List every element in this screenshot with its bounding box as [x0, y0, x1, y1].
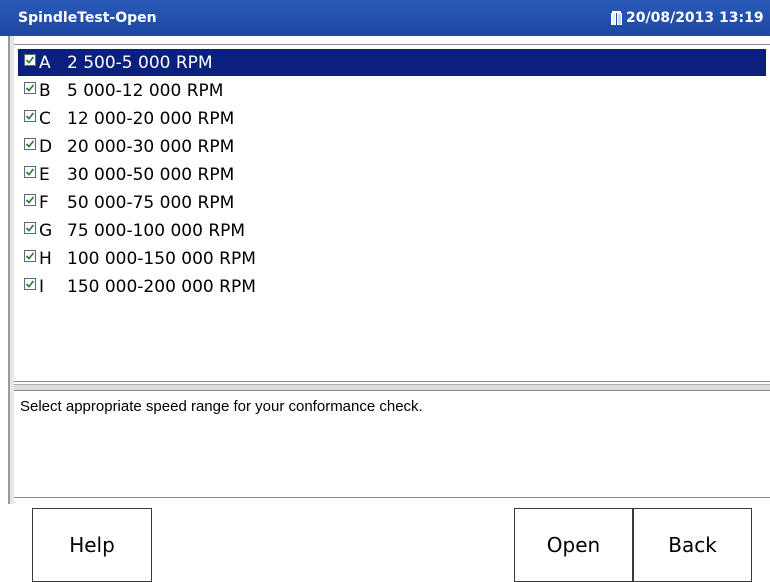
checkbox-icon[interactable]: [24, 109, 36, 122]
checkbox-icon[interactable]: [24, 53, 36, 66]
item-letter: A: [39, 52, 51, 73]
help-message-panel: Select appropriate speed range for your …: [14, 390, 770, 498]
datetime-display: 20/08/2013 13:19: [626, 10, 764, 26]
checkbox-icon[interactable]: [24, 277, 36, 290]
item-range: 20 000-30 000 RPM: [67, 136, 235, 157]
help-button[interactable]: Help: [32, 508, 152, 582]
speed-range-list[interactable]: A 2 500-5 000 RPM B 5 000-12 000 RPM C 1…: [14, 44, 770, 382]
item-letter: E: [39, 164, 50, 185]
list-item[interactable]: G 75 000-100 000 RPM: [18, 217, 766, 244]
item-letter: D: [39, 136, 53, 157]
item-range: 100 000-150 000 RPM: [67, 248, 256, 269]
item-range: 150 000-200 000 RPM: [67, 276, 256, 297]
item-letter: I: [39, 276, 45, 297]
spindle-test-screen: SpindleTest-Open 20/08/2013 13:19 A 2 50…: [0, 0, 770, 582]
list-item[interactable]: B 5 000-12 000 RPM: [18, 77, 766, 104]
item-letter: G: [39, 220, 53, 241]
status-area: 20/08/2013 13:19: [610, 10, 764, 26]
checkbox-icon[interactable]: [24, 193, 36, 206]
item-letter: F: [39, 192, 49, 213]
list-item[interactable]: I 150 000-200 000 RPM: [18, 273, 766, 300]
list-item[interactable]: A 2 500-5 000 RPM: [18, 49, 766, 76]
help-message-text: Select appropriate speed range for your …: [20, 398, 423, 415]
checkbox-icon[interactable]: [24, 249, 36, 262]
checkbox-icon[interactable]: [24, 221, 36, 234]
list-item[interactable]: D 20 000-30 000 RPM: [18, 133, 766, 160]
list-item[interactable]: E 30 000-50 000 RPM: [18, 161, 766, 188]
list-item[interactable]: C 12 000-20 000 RPM: [18, 105, 766, 132]
item-letter: B: [39, 80, 51, 101]
item-range: 30 000-50 000 RPM: [67, 164, 235, 185]
title-bar: SpindleTest-Open 20/08/2013 13:19: [0, 0, 770, 36]
item-range: 2 500-5 000 RPM: [67, 52, 213, 73]
window-title: SpindleTest-Open: [18, 10, 157, 26]
list-item[interactable]: H 100 000-150 000 RPM: [18, 245, 766, 272]
battery-icon: [610, 10, 624, 26]
item-letter: C: [39, 108, 51, 129]
item-range: 12 000-20 000 RPM: [67, 108, 235, 129]
list-item[interactable]: F 50 000-75 000 RPM: [18, 189, 766, 216]
open-button[interactable]: Open: [514, 508, 633, 582]
item-range: 75 000-100 000 RPM: [67, 220, 246, 241]
checkbox-icon[interactable]: [24, 137, 36, 150]
item-letter: H: [39, 248, 52, 269]
back-button[interactable]: Back: [633, 508, 752, 582]
item-range: 5 000-12 000 RPM: [67, 80, 224, 101]
item-range: 50 000-75 000 RPM: [67, 192, 235, 213]
checkbox-icon[interactable]: [24, 81, 36, 94]
checkbox-icon[interactable]: [24, 165, 36, 178]
